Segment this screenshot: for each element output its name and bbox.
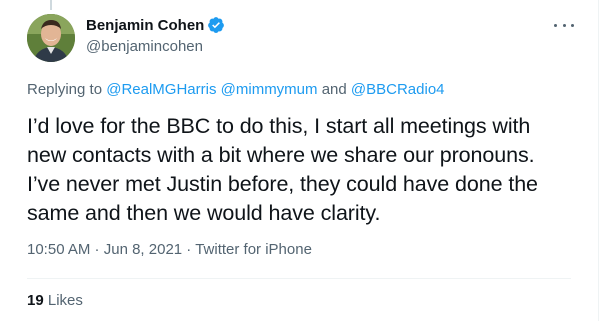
tweet-text-line: new contacts with a bit where we share o…	[27, 143, 535, 167]
mention-conjunction: and	[317, 81, 351, 98]
tweet-text-line: I’ve never met Justin before, they could…	[27, 172, 538, 196]
avatar-photo	[27, 14, 75, 62]
tweet-text-line: same and then we would have clarity.	[27, 201, 381, 225]
tweet-date[interactable]: Jun 8, 2021	[104, 241, 182, 258]
divider	[27, 278, 571, 279]
author-handle[interactable]: @benjamincohen	[86, 38, 225, 55]
avatar[interactable]	[27, 14, 75, 62]
replying-to: Replying to @RealMGHarris @mimmymum and …	[27, 81, 445, 98]
tweet: Benjamin Cohen @benjamincohen Replying t…	[0, 0, 599, 321]
verified-badge-icon	[207, 16, 225, 34]
tweet-text: I’d love for the BBC to do this, I start…	[27, 112, 587, 228]
replying-to-prefix: Replying to	[27, 81, 107, 98]
thread-connector-line	[50, 0, 52, 10]
tweet-source[interactable]: Twitter for iPhone	[195, 241, 312, 258]
mention-link[interactable]: @BBCRadio4	[351, 81, 445, 98]
tweet-metadata: 10:50 AM · Jun 8, 2021 · Twitter for iPh…	[27, 241, 312, 258]
author-display-name[interactable]: Benjamin Cohen	[86, 17, 204, 34]
mention-link[interactable]: @mimmymum	[221, 81, 318, 98]
meta-dot: ·	[182, 241, 196, 258]
likes-number: 19	[27, 292, 44, 309]
mention-link[interactable]: @RealMGHarris	[106, 81, 216, 98]
author-name-row: Benjamin Cohen	[86, 15, 225, 35]
likes-count[interactable]: 19 Likes	[27, 292, 83, 309]
likes-label: Likes	[43, 292, 83, 309]
tweet-text-line: I’d love for the BBC to do this, I start…	[27, 114, 531, 138]
meta-dot: ·	[90, 241, 104, 258]
more-dots-icon[interactable]	[554, 18, 574, 32]
tweet-time[interactable]: 10:50 AM	[27, 241, 90, 258]
tweet-author: Benjamin Cohen @benjamincohen	[86, 15, 225, 55]
